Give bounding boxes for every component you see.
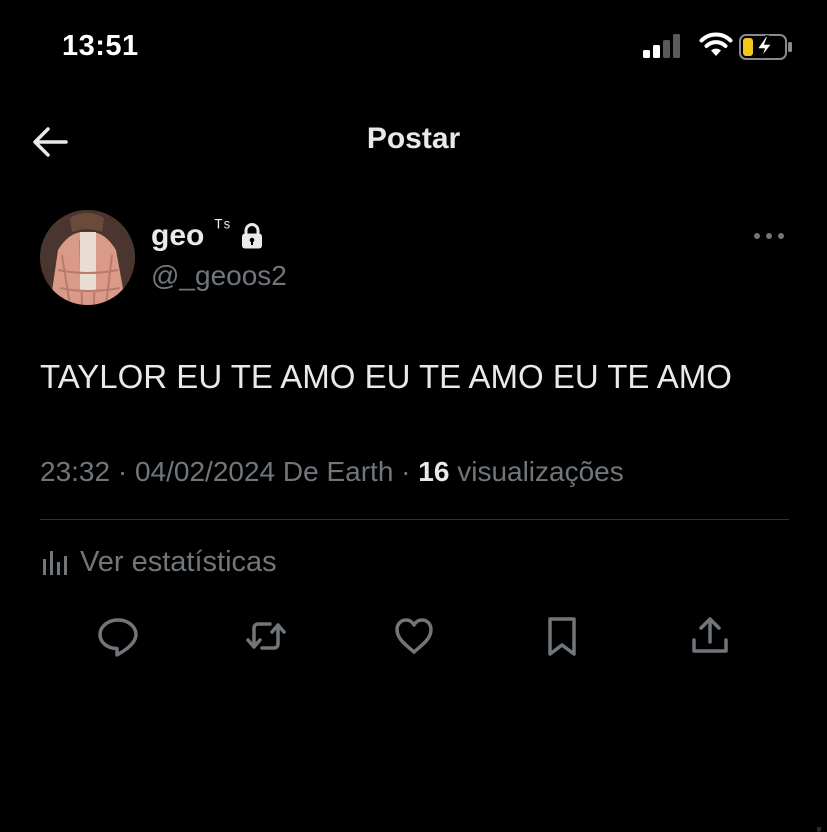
status-time: 13:51: [62, 30, 139, 62]
repost-button[interactable]: [244, 614, 288, 658]
divider: [40, 519, 789, 520]
display-name-suffix: ᵀˢ: [214, 217, 232, 238]
post-date[interactable]: 04/02/2024: [135, 456, 275, 487]
bookmark-button[interactable]: [540, 614, 584, 658]
post-header: Postar: [0, 100, 827, 184]
author-name-row[interactable]: geo ᵀˢ: [151, 217, 263, 254]
battery-charging-icon: [739, 34, 792, 60]
lock-icon: [242, 223, 263, 249]
signal-icon: [643, 34, 680, 58]
display-name[interactable]: geo: [151, 219, 204, 253]
meta-separator: ·: [110, 456, 135, 487]
avatar[interactable]: [40, 210, 135, 305]
like-button[interactable]: [392, 614, 436, 658]
view-stats-label: Ver estatísticas: [80, 545, 277, 578]
views-count: 16: [418, 456, 450, 487]
page-title: Postar: [366, 122, 461, 155]
view-stats-button[interactable]: Ver estatísticas: [40, 542, 277, 582]
share-icon: [692, 617, 728, 653]
status-bar: 13:51: [0, 0, 827, 100]
post-meta: 23:32 · 04/02/2024 De Earth · 16 visuali…: [40, 456, 624, 488]
avatar-image: [40, 210, 135, 305]
reply-button[interactable]: [96, 614, 140, 658]
post-source: De Earth: [275, 456, 394, 487]
share-button[interactable]: [688, 614, 732, 658]
reply-icon: [98, 618, 138, 657]
repost-icon: [246, 622, 286, 650]
wifi-icon: [699, 32, 733, 56]
more-options-icon[interactable]: [752, 224, 786, 248]
views-label: visualizações: [449, 456, 624, 487]
analytics-icon: [43, 551, 67, 575]
post-time[interactable]: 23:32: [40, 456, 110, 487]
post-text: TAYLOR EU TE AMO EU TE AMO EU TE AMO: [40, 358, 732, 395]
bookmark-icon: [548, 617, 576, 656]
like-icon: [395, 618, 433, 654]
meta-separator: ·: [393, 456, 419, 487]
post-detail: geo ᵀˢ @_geoos2 TAYLOR EU TE AMO EU TE A…: [0, 184, 827, 827]
author-handle[interactable]: @_geoos2: [151, 260, 287, 292]
